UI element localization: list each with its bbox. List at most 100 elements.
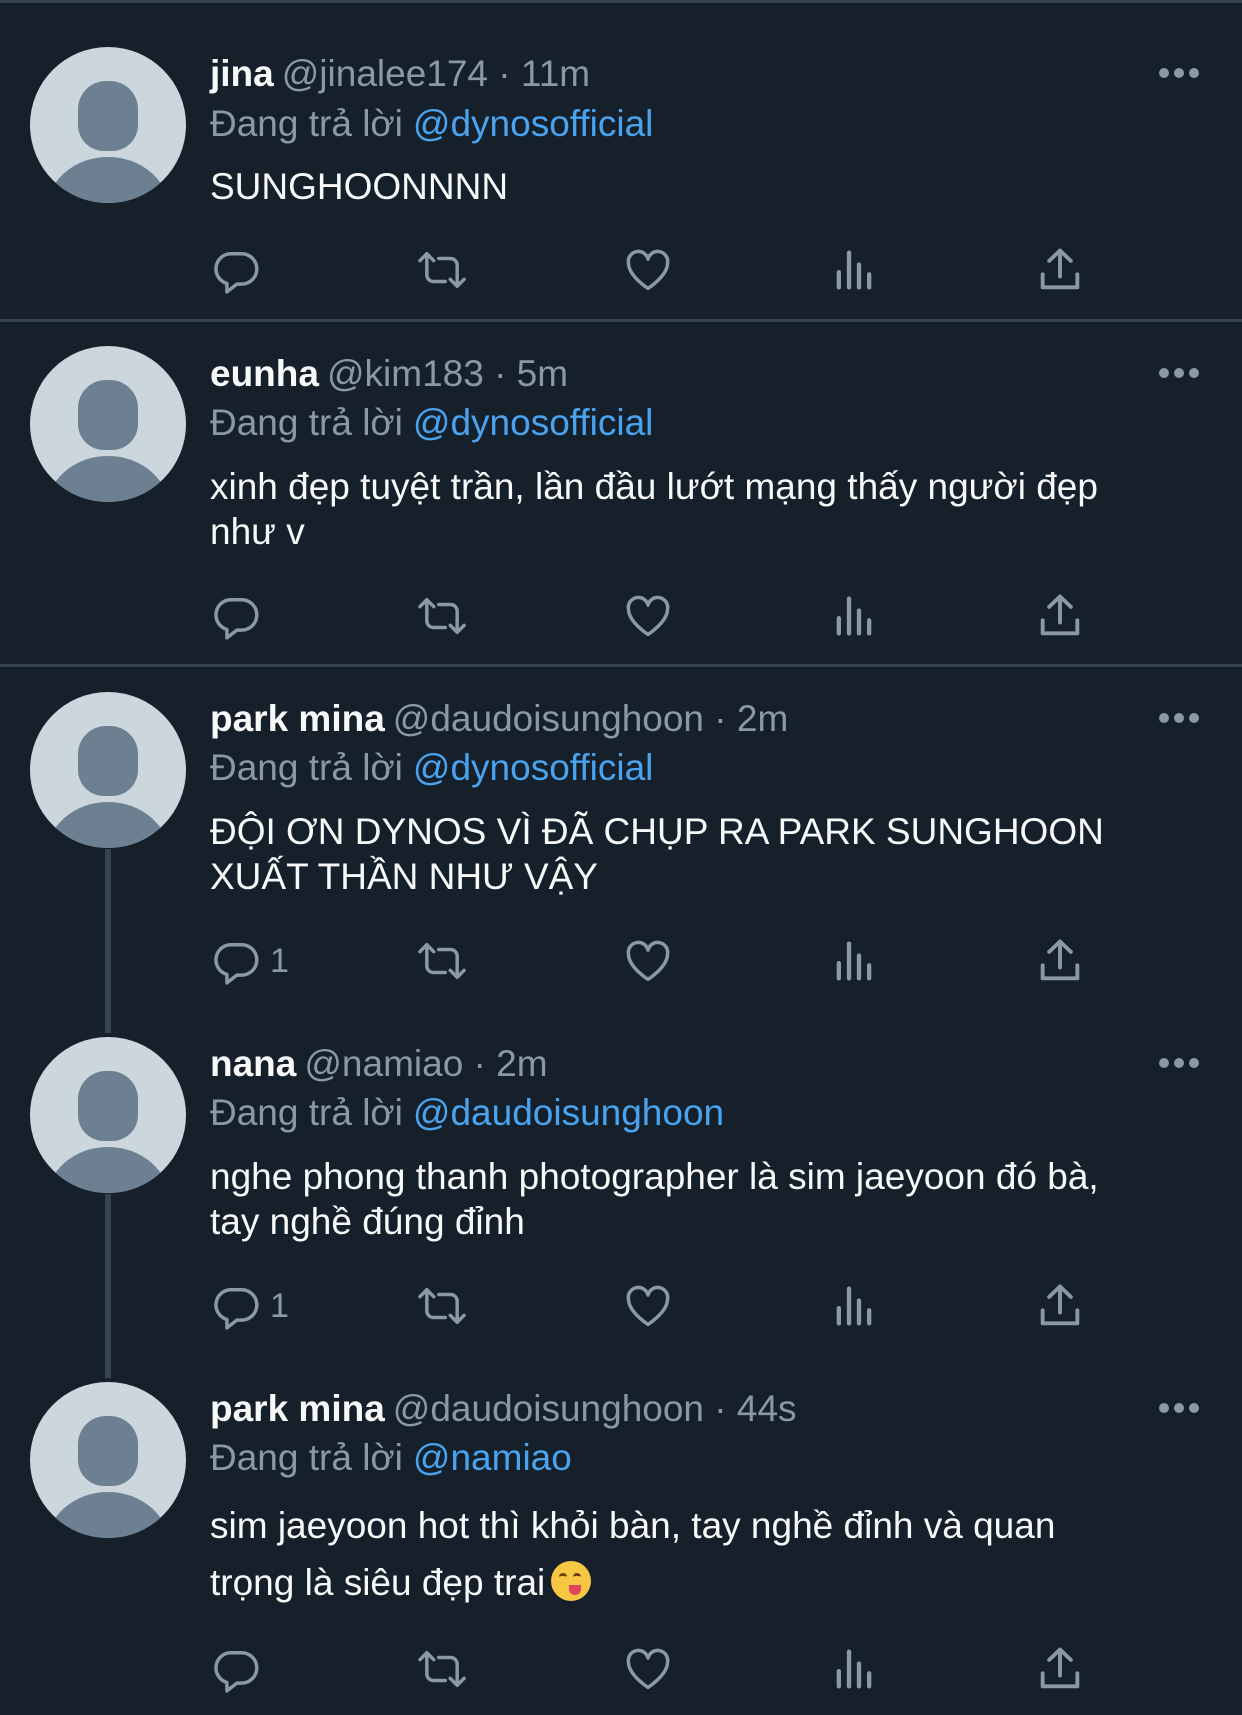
retweet-button[interactable] — [416, 240, 468, 300]
reply-button[interactable] — [210, 240, 270, 300]
like-icon — [626, 595, 670, 637]
more-icon[interactable] — [1158, 367, 1200, 379]
display-name[interactable]: park mina — [210, 698, 385, 739]
retweet-icon — [418, 252, 466, 288]
tweet-text-line: ĐỘI ƠN DYNOS VÌ ĐÃ CHỤP RA PARK SUNGHOON — [210, 811, 1104, 852]
tweet-text-line: xinh đẹp tuyệt trần, lần đầu lướt mạng t… — [210, 466, 1098, 507]
reply-button[interactable]: 1 — [210, 931, 289, 991]
share-button[interactable] — [1034, 240, 1086, 300]
views-icon — [836, 1649, 872, 1689]
replying-to-label: Đang trả lời — [210, 402, 403, 443]
views-button[interactable] — [828, 240, 880, 300]
handle-time: @namiao · 2m — [304, 1043, 548, 1084]
replying-to: Đang trả lời @dynosofficial — [210, 102, 653, 146]
share-icon — [1040, 939, 1080, 981]
avatar[interactable] — [30, 47, 186, 203]
share-button[interactable] — [1034, 931, 1086, 991]
tweet-text: SUNGHOONNNN — [210, 164, 1190, 209]
more-icon[interactable] — [1158, 1402, 1200, 1414]
action-bar: 1 — [210, 1276, 1110, 1336]
tweet-header: jina @jinalee174 · 11m — [210, 52, 590, 96]
share-icon — [1040, 1647, 1080, 1689]
tweet-text-line: trọng là siêu đẹp trai — [210, 1562, 546, 1603]
mention-link[interactable]: @namiao — [413, 1437, 572, 1478]
tweet-text-line: như v — [210, 511, 305, 552]
mention-link[interactable]: @dynosofficial — [413, 103, 654, 144]
tweet[interactable]: eunha @kim183 · 5m Đang trả lời @dynosoffi… — [0, 322, 1242, 666]
replying-to-label: Đang trả lời — [210, 103, 403, 144]
share-button[interactable] — [1034, 1639, 1086, 1699]
more-icon[interactable] — [1158, 67, 1200, 79]
share-button[interactable] — [1034, 1276, 1086, 1336]
reply-icon — [214, 1288, 259, 1330]
avatar[interactable] — [30, 692, 186, 848]
display-name[interactable]: nana — [210, 1043, 296, 1084]
action-bar — [210, 240, 1110, 300]
reply-icon — [214, 1651, 259, 1693]
replying-to-label: Đang trả lời — [210, 1437, 403, 1478]
tweet-header: nana @namiao · 2m — [210, 1042, 548, 1086]
share-icon — [1040, 1284, 1080, 1326]
views-button[interactable] — [828, 586, 880, 646]
tweet-text: nghe phong thanh photographer là sim jae… — [210, 1154, 1190, 1244]
handle-time: @daudoisunghoon · 44s — [392, 1388, 797, 1429]
more-icon[interactable] — [1158, 712, 1200, 724]
display-name[interactable]: jina — [210, 53, 274, 94]
views-button[interactable] — [828, 1639, 880, 1699]
reply-icon — [214, 252, 259, 294]
tweet-text-line: nghe phong thanh photographer là sim jae… — [210, 1156, 1099, 1197]
display-name[interactable]: eunha — [210, 353, 319, 394]
retweet-button[interactable] — [416, 1639, 468, 1699]
tweet-text: ĐỘI ƠN DYNOS VÌ ĐÃ CHỤP RA PARK SUNGHOON… — [210, 809, 1190, 899]
views-icon — [836, 250, 872, 290]
tweet-header: park mina @daudoisunghoon · 2m — [210, 697, 788, 741]
views-icon — [836, 941, 872, 981]
action-bar — [210, 1639, 1110, 1699]
retweet-icon — [418, 598, 466, 634]
reply-button[interactable] — [210, 1639, 270, 1699]
avatar[interactable] — [30, 1037, 186, 1193]
replying-to-label: Đang trả lời — [210, 1092, 403, 1133]
tweet-header: eunha @kim183 · 5m — [210, 352, 568, 396]
tweet[interactable]: jina @jinalee174 · 11m Đang trả lời @dynos… — [0, 3, 1242, 321]
share-icon — [1040, 594, 1080, 636]
display-name[interactable]: park mina — [210, 1388, 385, 1429]
replying-to-label: Đang trả lời — [210, 747, 403, 788]
action-bar — [210, 586, 1110, 646]
mention-link[interactable]: @daudoisunghoon — [413, 1092, 724, 1133]
tweet[interactable]: park mina @daudoisunghoon · 44s Đang trả … — [0, 1357, 1242, 1715]
avatar[interactable] — [30, 346, 186, 502]
handle-time: @kim183 · 5m — [326, 353, 569, 394]
tweet[interactable]: nana @namiao · 2m Đang trả lời @daudoisung… — [0, 1012, 1242, 1357]
views-button[interactable] — [828, 1276, 880, 1336]
tweet-text-line-with-emoji: trọng là siêu đẹp trai — [210, 1554, 1190, 1611]
reply-button[interactable] — [210, 586, 270, 646]
more-icon[interactable] — [1158, 1057, 1200, 1069]
like-button[interactable] — [622, 586, 674, 646]
retweet-icon — [418, 943, 466, 979]
retweet-button[interactable] — [416, 586, 468, 646]
like-button[interactable] — [622, 1276, 674, 1336]
like-button[interactable] — [622, 931, 674, 991]
mention-link[interactable]: @dynosofficial — [413, 402, 654, 443]
retweet-button[interactable] — [416, 931, 468, 991]
reply-button[interactable]: 1 — [210, 1276, 289, 1336]
tweet-text: xinh đẹp tuyệt trần, lần đầu lướt mạng t… — [210, 464, 1190, 554]
mention-link[interactable]: @dynosofficial — [413, 747, 654, 788]
like-button[interactable] — [622, 1639, 674, 1699]
action-bar: 1 — [210, 931, 1110, 991]
retweet-button[interactable] — [416, 1276, 468, 1336]
share-icon — [1040, 248, 1080, 290]
tweet-text-line: SUNGHOONNNN — [210, 166, 509, 207]
tweet[interactable]: park mina @daudoisunghoon · 2m Đang trả l… — [0, 667, 1242, 1012]
like-button[interactable] — [622, 240, 674, 300]
replying-to: Đang trả lời @daudoisunghoon — [210, 1091, 724, 1135]
like-icon — [626, 1648, 670, 1690]
reply-icon — [214, 943, 259, 985]
avatar[interactable] — [30, 1382, 186, 1538]
face-savoring-food-emoji — [551, 1561, 592, 1601]
views-button[interactable] — [828, 931, 880, 991]
handle-time: @daudoisunghoon · 2m — [392, 698, 789, 739]
reply-count: 1 — [270, 1286, 289, 1325]
share-button[interactable] — [1034, 586, 1086, 646]
